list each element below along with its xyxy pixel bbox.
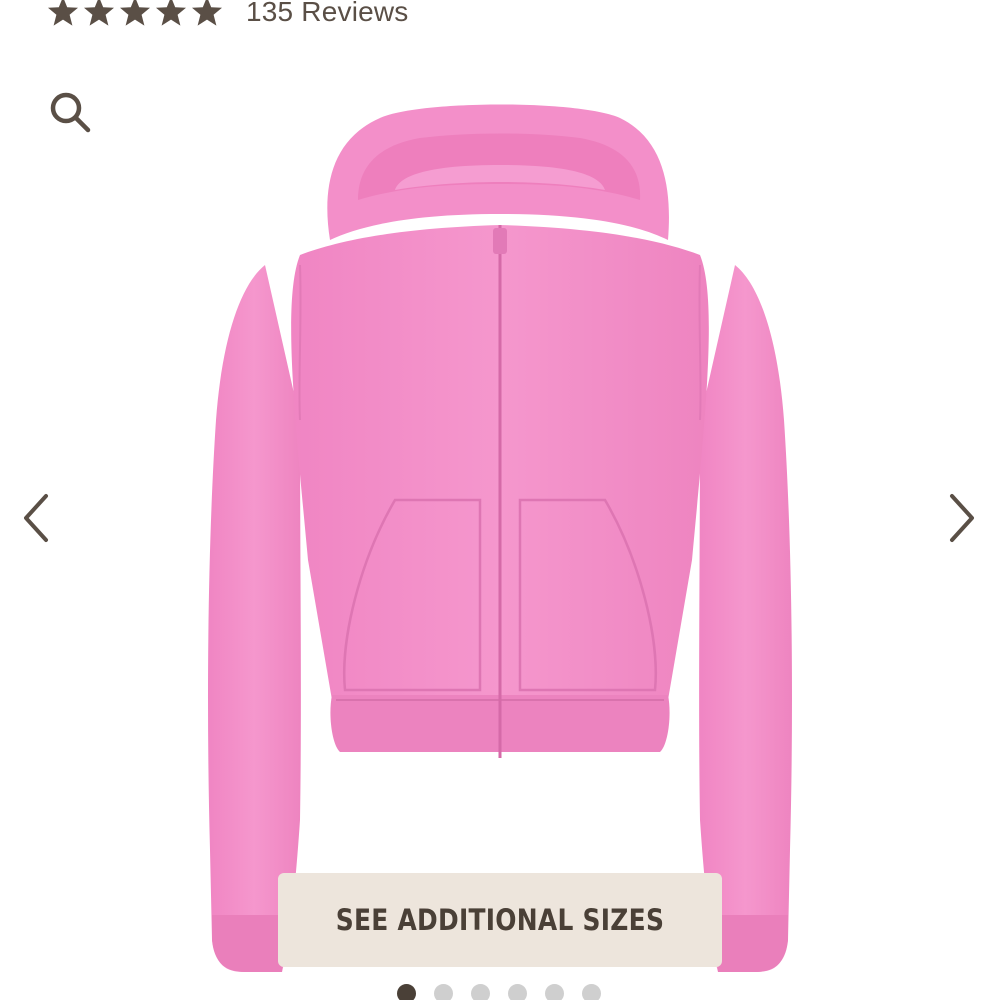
carousel-dot[interactable] [434, 984, 453, 1000]
zoom-button[interactable] [46, 88, 94, 136]
product-image[interactable] [180, 95, 820, 985]
carousel-dot[interactable] [545, 984, 564, 1000]
rating-summary[interactable]: 135 Reviews [46, 0, 409, 32]
magnifier-icon [50, 92, 91, 133]
carousel-dot[interactable] [397, 984, 416, 1000]
carousel-dot[interactable] [471, 984, 490, 1000]
previous-image-button[interactable] [18, 490, 54, 546]
star-icon [48, 0, 78, 26]
chevron-right-icon [950, 494, 974, 542]
carousel-dot[interactable] [582, 984, 601, 1000]
carousel-dot[interactable] [508, 984, 527, 1000]
next-image-button[interactable] [944, 490, 980, 546]
star-icon [156, 0, 186, 26]
star-icon [192, 0, 222, 26]
product-page: 135 Reviews SEE ADDITIONAL SIZES [0, 0, 1000, 1000]
star-rating [46, 0, 224, 29]
star-icon [120, 0, 150, 26]
reviews-count-link[interactable]: 135 Reviews [246, 0, 409, 28]
chevron-left-icon [24, 494, 48, 542]
carousel-pagination [397, 984, 601, 1000]
star-icon [84, 0, 114, 26]
sizes-button-label: SEE ADDITIONAL SIZES [335, 903, 665, 937]
see-additional-sizes-button[interactable]: SEE ADDITIONAL SIZES [278, 873, 722, 967]
